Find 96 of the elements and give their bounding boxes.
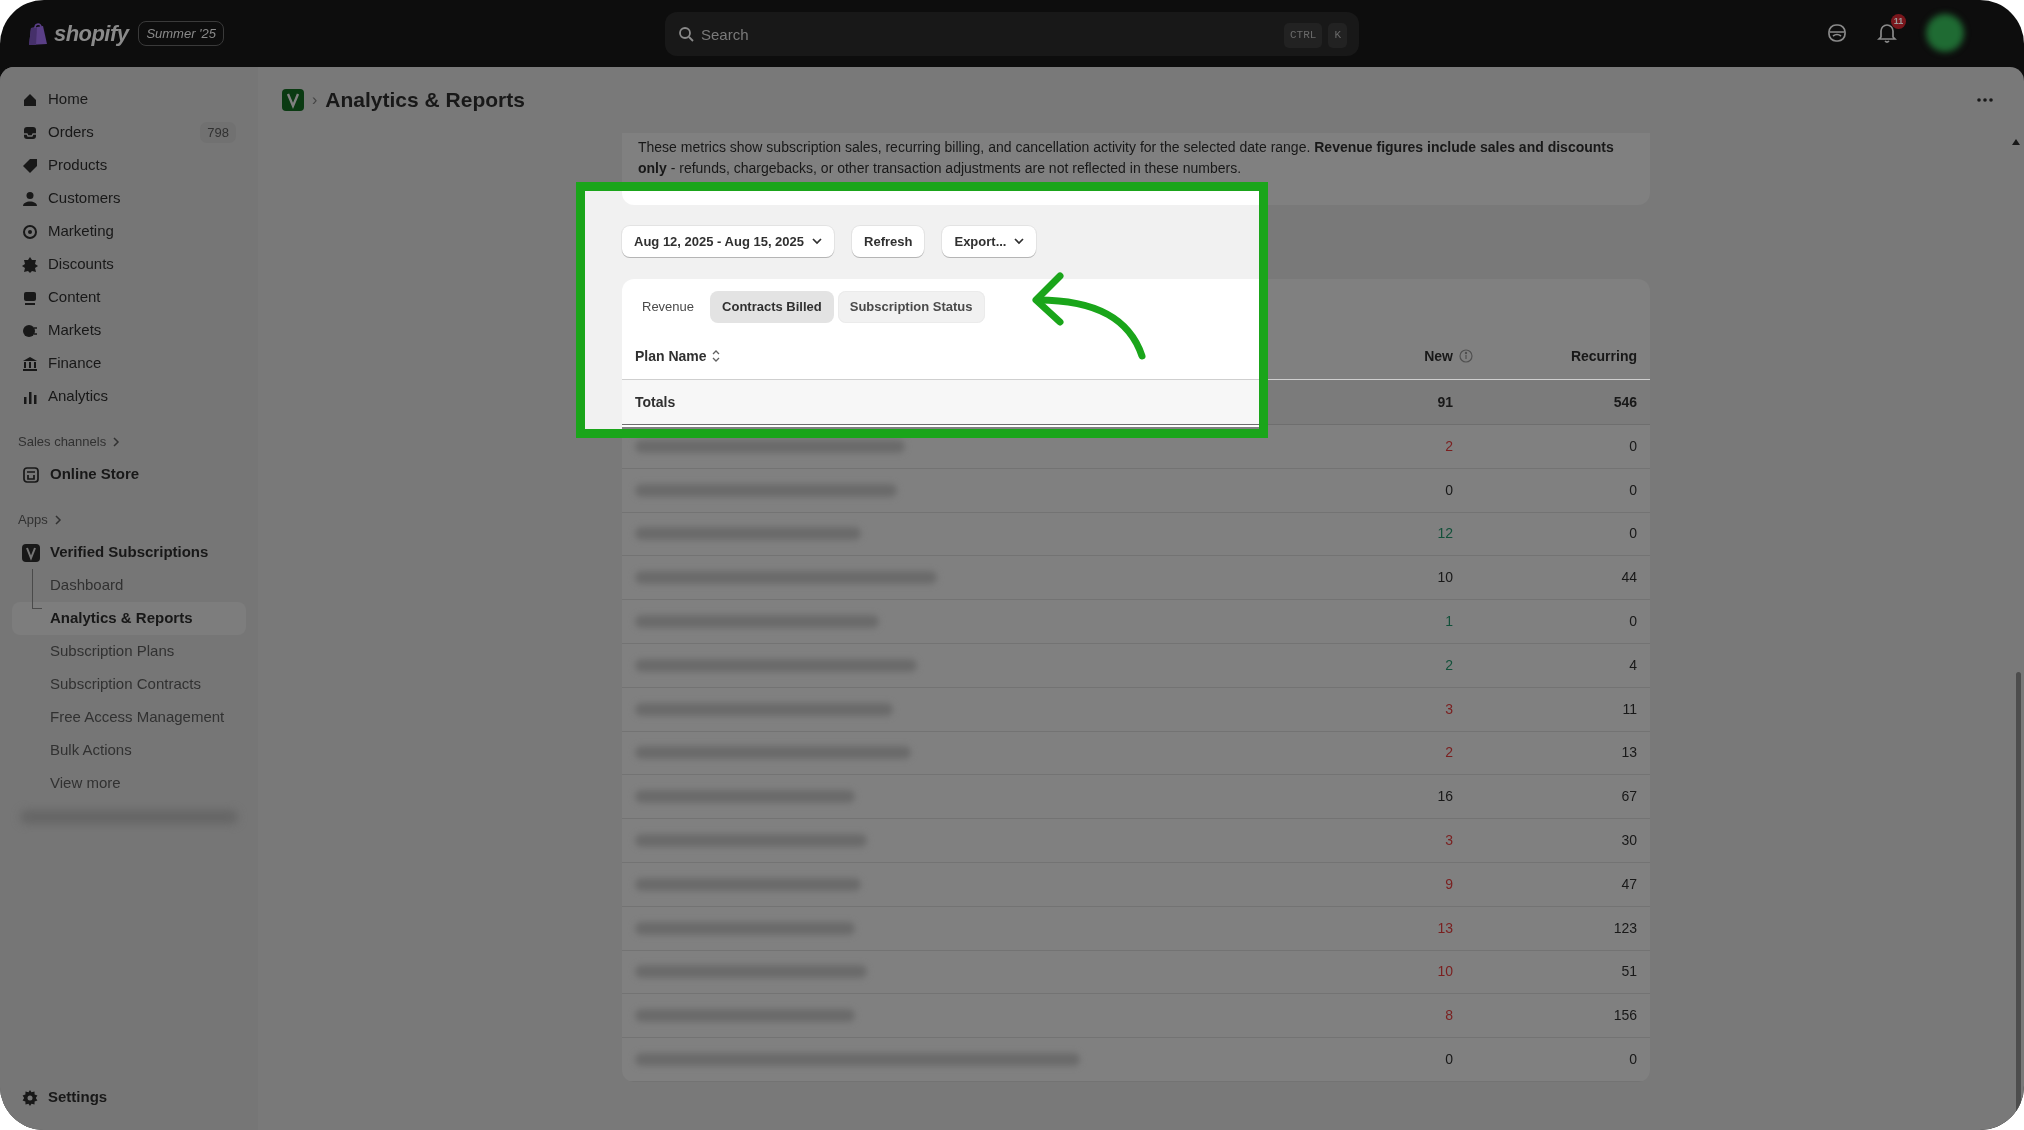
table-cell-text: 16: [1437, 787, 1454, 807]
table-cell-text: 30: [1620, 831, 1637, 851]
tag-icon: [22, 157, 38, 174]
edition-badge: Summer '25: [138, 20, 225, 47]
table-cell-text: 0: [1628, 480, 1637, 500]
sidebar-item[interactable]: Verified Subscriptions: [12, 536, 246, 569]
shopping-bag-icon: [28, 21, 48, 46]
avatar[interactable]: [1926, 14, 1964, 52]
export-button[interactable]: Export...: [942, 226, 1037, 257]
shortcut-key: CTRL: [1284, 23, 1323, 48]
info-text: These metrics show subscription sales, recurring billing, and cancellation activity for the selected date range. Revenue figures include sales and discounts only - refunds, chargebacks, or other transaction adjustments are not reflected in these numbers.: [638, 138, 1615, 178]
table-cell-text: 91: [1437, 392, 1454, 412]
sidebar-subitem[interactable]: View more: [12, 767, 246, 800]
sidebar-subitem[interactable]: Dashboard: [12, 569, 246, 602]
sidebar-item[interactable]: Content: [12, 281, 246, 314]
inbox-icon: [22, 124, 38, 141]
column-header: Recurring: [1569, 346, 1637, 366]
target-icon: [22, 223, 38, 240]
table-cell-text: 2: [1445, 655, 1454, 675]
tab[interactable]: Subscription Status: [837, 291, 985, 323]
table-cell-text: 67: [1620, 787, 1637, 807]
table-cell-text: 4: [1628, 655, 1637, 675]
totals-label: Totals: [635, 393, 676, 410]
table-cell-text: 2: [1445, 436, 1454, 456]
info-icon: [1459, 349, 1473, 363]
section-heading[interactable]: Apps: [12, 503, 246, 536]
column-header[interactable]: Plan Name: [635, 345, 707, 367]
section-heading[interactable]: Sales channels: [12, 425, 246, 458]
sidebar-item[interactable]: Home: [12, 83, 246, 116]
table-cell-text: 8: [1445, 1006, 1454, 1026]
sidebar-subitem[interactable]: Subscription Contracts: [12, 668, 246, 701]
tab[interactable]: Contracts Billed: [710, 291, 834, 323]
date-range-picker[interactable]: Aug 12, 2025 - Aug 15, 2025: [622, 226, 835, 257]
home-icon: [22, 91, 38, 108]
scroll-up-arrow-icon: [2012, 139, 2020, 145]
page-title: Analytics & Reports: [325, 87, 525, 114]
chevron-icon: [112, 436, 121, 447]
table-cell-text: 2: [1445, 743, 1454, 763]
sidebar-item[interactable]: Discounts: [12, 248, 246, 281]
sidebar-item[interactable]: Analytics: [12, 380, 246, 413]
table-cell-text: 44: [1620, 568, 1637, 588]
sidebar-subitem[interactable]: Subscription Plans: [12, 635, 246, 668]
image-frame-icon: [22, 289, 38, 306]
app-logo-icon: [22, 543, 40, 562]
table-cell-text: 9: [1445, 874, 1454, 894]
table-cell-text: 13: [1437, 918, 1454, 938]
table-cell-text: 0: [1628, 436, 1637, 456]
table-cell-text: 11: [1621, 699, 1637, 719]
table-cell-text: 1: [1445, 612, 1454, 632]
app-logo-icon: [282, 89, 304, 111]
chevron-icon: [53, 514, 62, 525]
table-cell-text: 3: [1445, 699, 1454, 719]
table-cell-text: 12: [1437, 524, 1454, 544]
sidebar-subitem[interactable]: Analytics & Reports: [12, 602, 246, 635]
sidebar-item[interactable]: Markets: [12, 314, 246, 347]
table-cell-text: 123: [1612, 918, 1637, 938]
sidebar-item[interactable]: Finance: [12, 347, 246, 380]
shortcut-key: K: [1328, 23, 1347, 48]
storefront-icon: [22, 465, 40, 484]
notification-count: 11: [1891, 14, 1906, 29]
table-cell-text: 0: [1628, 612, 1637, 632]
gear-icon: [22, 1089, 38, 1106]
sidebar-item[interactable]: Customers: [12, 182, 246, 215]
settings-item[interactable]: Settings: [12, 1081, 246, 1114]
sidebar-subitem[interactable]: Bulk Actions: [12, 734, 246, 767]
bank-icon: [22, 355, 38, 372]
column-header: New: [1424, 346, 1453, 366]
bell-icon: [1877, 22, 1897, 44]
table-cell-text: 47: [1620, 874, 1637, 894]
count-badge: 798: [200, 121, 236, 144]
table-cell-text: 51: [1620, 962, 1637, 982]
table-cell-text: 156: [1612, 1006, 1637, 1026]
table-cell-text: 3: [1445, 831, 1454, 851]
refresh-button[interactable]: Refresh: [852, 226, 925, 257]
table-cell-text: 0: [1628, 1050, 1637, 1070]
sort-icon: [711, 349, 720, 363]
search-icon: [678, 26, 694, 42]
person-icon: [22, 190, 38, 207]
table-cell-text: 0: [1445, 480, 1454, 500]
sidebar-item[interactable]: Online Store: [12, 458, 246, 491]
tab[interactable]: Revenue: [630, 291, 707, 323]
table-cell-text: 0: [1445, 1050, 1454, 1070]
table-cell-text: 10: [1437, 962, 1454, 982]
sidebar-item[interactable]: Marketing: [12, 215, 246, 248]
breadcrumb-separator: ›: [312, 90, 318, 110]
more-actions-icon: [1976, 97, 1994, 103]
table-cell-text: 0: [1628, 524, 1637, 544]
caret-icon: [812, 238, 823, 245]
caret-icon: [1014, 238, 1025, 245]
sidebar-item[interactable]: Orders 798: [12, 116, 246, 149]
logo-text: shopify: [54, 20, 129, 48]
sidebar-item[interactable]: Products: [12, 149, 246, 182]
table-cell-text: 13: [1620, 743, 1637, 763]
table-cell-text: 10: [1437, 568, 1454, 588]
table-cell-text: 546: [1612, 392, 1637, 412]
sidebar-subitem[interactable]: Free Access Management: [12, 701, 246, 734]
